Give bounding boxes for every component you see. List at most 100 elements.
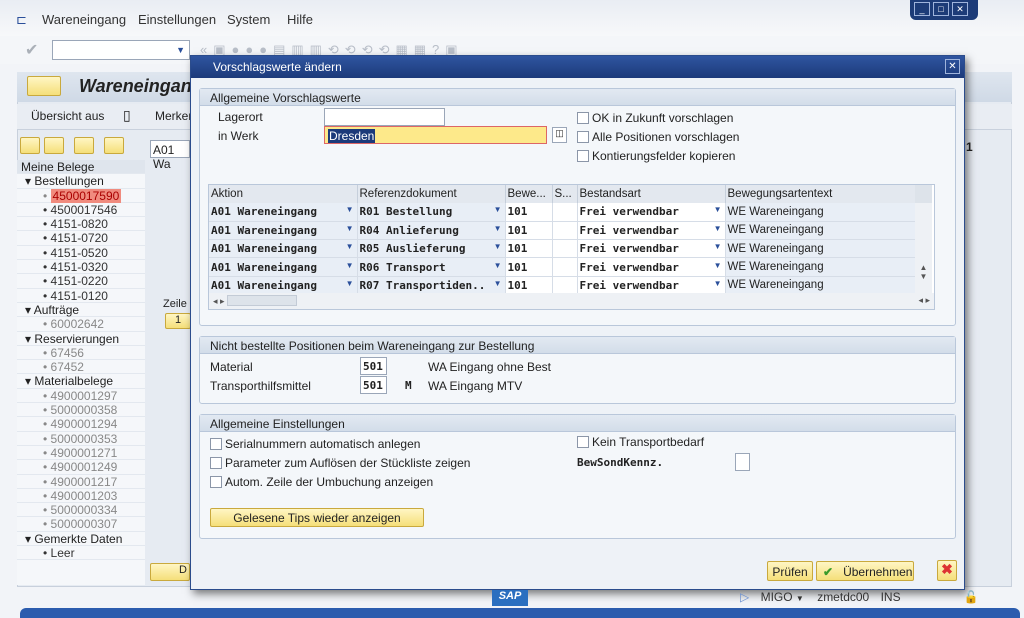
checkbox-no-transport[interactable]: Kein Transportbedarf: [577, 435, 704, 449]
tree-item[interactable]: • 4900001271: [17, 446, 145, 461]
accept-button[interactable]: ✔ Übernehmen: [816, 561, 914, 581]
action-field[interactable]: A01 Wa: [150, 140, 190, 171]
tree-item[interactable]: • 67452: [17, 360, 145, 375]
enter-icon[interactable]: ✔: [25, 40, 38, 60]
check-button[interactable]: Prüfen: [767, 561, 813, 581]
menu-einstellungen[interactable]: Einstellungen: [138, 12, 216, 27]
tree-item[interactable]: • 60002642: [17, 317, 145, 332]
menu-wareneingang[interactable]: Wareneingang: [42, 12, 126, 27]
close-window-icon[interactable]: ✕: [952, 2, 968, 16]
dropdown-icon[interactable]: ▼: [714, 261, 724, 270]
grid-cell[interactable]: [552, 203, 578, 222]
tree-item[interactable]: • 4900001203: [17, 489, 145, 504]
dropdown-icon[interactable]: ▼: [346, 279, 356, 288]
dropdown-icon[interactable]: ▼: [714, 224, 724, 233]
grid-cell[interactable]: WE Wareneingang: [725, 239, 916, 259]
checkbox-ok-future[interactable]: OK in Zukunft vorschlagen: [577, 109, 739, 128]
maximize-icon[interactable]: □: [933, 2, 949, 16]
grid-horizontal-scrollbar[interactable]: ◂ ▸ ◂ ▸: [209, 293, 934, 309]
tree-item[interactable]: • 4900001297: [17, 389, 145, 404]
tree-item[interactable]: • 4500017590: [17, 188, 145, 203]
menu-system[interactable]: System: [227, 12, 270, 27]
grid-column-header[interactable]: S...: [552, 185, 578, 203]
grid-cell[interactable]: ▼ Frei verwendbar: [577, 276, 726, 295]
dropdown-icon[interactable]: ▼: [346, 205, 356, 214]
dropdown-icon[interactable]: ▼: [714, 242, 724, 251]
dropdown-icon[interactable]: ▼: [494, 261, 504, 270]
tree-item[interactable]: • 4151-0520: [17, 246, 145, 261]
grid-cell[interactable]: ▼ R04 Anlieferung: [357, 221, 506, 241]
grid-cell[interactable]: ▼ Frei verwendbar: [577, 203, 726, 222]
dropdown-icon[interactable]: ▼: [346, 224, 356, 233]
grid-cell[interactable]: WE Wareneingang: [725, 221, 916, 241]
tree-group[interactable]: ▾ Bestellungen: [17, 174, 145, 189]
dialog-close-icon[interactable]: ✕: [945, 59, 960, 74]
merker-button[interactable]: Merker: [155, 109, 192, 123]
tree-item[interactable]: • 4900001249: [17, 460, 145, 475]
overview-off-button[interactable]: Übersicht aus: [31, 109, 104, 123]
lagerort-input[interactable]: [324, 108, 445, 126]
tree-item[interactable]: • 5000000358: [17, 403, 145, 418]
tree-group[interactable]: ▾ Materialbelege: [17, 374, 145, 389]
grid-cell[interactable]: 101: [505, 257, 553, 277]
command-field[interactable]: ▼: [52, 40, 190, 60]
checkbox-bom-params[interactable]: Parameter zum Auflösen der Stückliste ze…: [210, 454, 470, 473]
checkbox-transfer-line[interactable]: Autom. Zeile der Umbuchung anzeigen: [210, 473, 470, 492]
tree-item[interactable]: • 4900001294: [17, 417, 145, 432]
grid-cell[interactable]: [552, 221, 578, 241]
grid-cell[interactable]: ▼ R01 Bestellung: [357, 203, 506, 222]
value-help-icon[interactable]: ◫: [552, 127, 567, 143]
grid-cell[interactable]: ▼ R05 Auslieferung: [357, 239, 506, 259]
werk-input[interactable]: Dresden: [324, 126, 547, 144]
grid-column-header[interactable]: Bestandsart: [577, 185, 726, 203]
grid-cell[interactable]: ▼ A01 Wareneingang: [209, 239, 358, 259]
grid-cell[interactable]: ▼ Frei verwendbar: [577, 257, 726, 277]
grid-column-header[interactable]: Bewe...: [505, 185, 553, 203]
trash-icon[interactable]: [74, 137, 94, 154]
grid-vertical-scrollbar[interactable]: ▲ ▼: [915, 185, 932, 293]
grid-cell[interactable]: ▼ A01 Wareneingang: [209, 221, 358, 241]
dropdown-icon[interactable]: ▼: [714, 279, 724, 288]
tree-item[interactable]: • 5000000334: [17, 503, 145, 518]
checkbox-all-positions[interactable]: Alle Positionen vorschlagen: [577, 128, 739, 147]
grid-column-header[interactable]: Aktion: [209, 185, 358, 203]
show-tips-button[interactable]: Gelesene Tips wieder anzeigen: [210, 508, 424, 527]
tree-item[interactable]: • 4151-0120: [17, 289, 145, 303]
tree-item[interactable]: • Leer: [17, 546, 145, 561]
tree-item[interactable]: • 67456: [17, 346, 145, 361]
bewsond-input[interactable]: [735, 453, 750, 471]
grid-cell[interactable]: ▼ A01 Wareneingang: [209, 203, 358, 222]
dropdown-icon[interactable]: ▼: [494, 279, 504, 288]
status-tcode[interactable]: MIGO: [761, 590, 793, 604]
dropdown-icon[interactable]: ▼: [494, 242, 504, 251]
detail-button[interactable]: D: [150, 563, 190, 581]
dropdown-icon[interactable]: ▼: [346, 261, 356, 270]
grid-column-header[interactable]: Bewegungsartentext: [725, 185, 916, 203]
grid-cell[interactable]: ▼ A01 Wareneingang: [209, 257, 358, 277]
grid-cell[interactable]: ▼ A01 Wareneingang: [209, 276, 358, 295]
grid-cell[interactable]: 101: [505, 221, 553, 241]
dropdown-icon[interactable]: ▼: [494, 205, 504, 214]
tree-item[interactable]: • 4900001217: [17, 475, 145, 489]
grid-cell[interactable]: WE Wareneingang: [725, 276, 916, 295]
grid-cell[interactable]: WE Wareneingang: [725, 203, 916, 222]
new-document-icon[interactable]: ▯: [123, 107, 131, 124]
dropdown-icon[interactable]: ▼: [714, 205, 724, 214]
tree-item[interactable]: • 5000000353: [17, 432, 145, 446]
checkbox-account-fields[interactable]: Kontierungsfelder kopieren: [577, 147, 739, 166]
collapse-all-icon[interactable]: [44, 137, 64, 154]
grid-cell[interactable]: 101: [505, 276, 553, 295]
grid-cell[interactable]: ▼ R06 Transport: [357, 257, 506, 277]
dropdown-icon[interactable]: ▼: [346, 242, 356, 251]
menu-icon[interactable]: ⊏: [16, 12, 27, 28]
tree-group[interactable]: ▾ Reservierungen: [17, 332, 145, 346]
tree-item[interactable]: • 5000000307: [17, 517, 145, 532]
grid-cell[interactable]: WE Wareneingang: [725, 257, 916, 277]
close-icon[interactable]: [104, 137, 124, 154]
row-number[interactable]: 1: [165, 313, 191, 329]
expand-all-icon[interactable]: [20, 137, 40, 154]
dropdown-icon[interactable]: ▼: [494, 224, 504, 233]
lock-icon[interactable]: 🔓: [964, 590, 979, 604]
tree-item[interactable]: • 4151-0220: [17, 274, 145, 289]
grid-cell[interactable]: ▼ Frei verwendbar: [577, 239, 726, 259]
